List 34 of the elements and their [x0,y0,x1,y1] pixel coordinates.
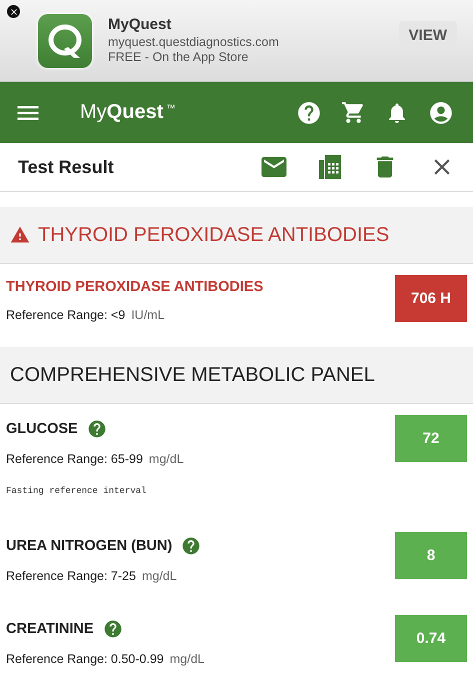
unit: mg/dL [142,569,177,583]
cart-icon[interactable] [341,100,366,126]
test-name: THYROID PEROXIDASE ANTIBODIES [6,279,264,295]
help-icon[interactable] [296,100,322,126]
section-title: THYROID PEROXIDASE ANTIBODIES [38,224,390,246]
unit: IU/mL [131,308,165,322]
page-title: Test Result [18,156,115,178]
help-icon[interactable] [102,619,123,639]
app-name: MyQuest [108,16,172,33]
result-value: 72 [395,415,467,462]
result-value: 706 H [395,275,467,322]
unit: mg/dL [148,452,184,466]
test-name: UREA NITROGEN (BUN) [6,538,172,554]
note: Fasting reference interval [6,486,148,496]
app-url: myquest.questdiagnostics.com [108,35,280,50]
close-icon[interactable] [7,5,20,18]
test-name: GLUCOSE [6,421,78,437]
help-icon[interactable] [86,419,107,439]
reference-range: Reference Range: <9 [6,308,126,322]
section-title: COMPREHENSIVE METABOLIC PANEL [10,364,375,386]
trademark: ™ [166,103,176,113]
result-value: 8 [395,532,467,579]
reference-range: Reference Range: 65-99 [6,452,143,466]
account-icon[interactable] [428,100,454,126]
help-icon[interactable] [181,536,202,556]
result-value: 0.74 [395,615,467,662]
test-name: CREATININE [6,621,94,637]
reference-range: Reference Range: 0.50-0.99 [6,652,164,666]
fax-icon[interactable] [319,155,341,179]
unit: mg/dL [170,652,204,666]
app-price: FREE - On the App Store [108,50,250,65]
app-logo-icon [38,14,92,68]
brand-logo: MyQuest [80,101,164,124]
reference-range: Reference Range: 7-25 [6,569,136,583]
